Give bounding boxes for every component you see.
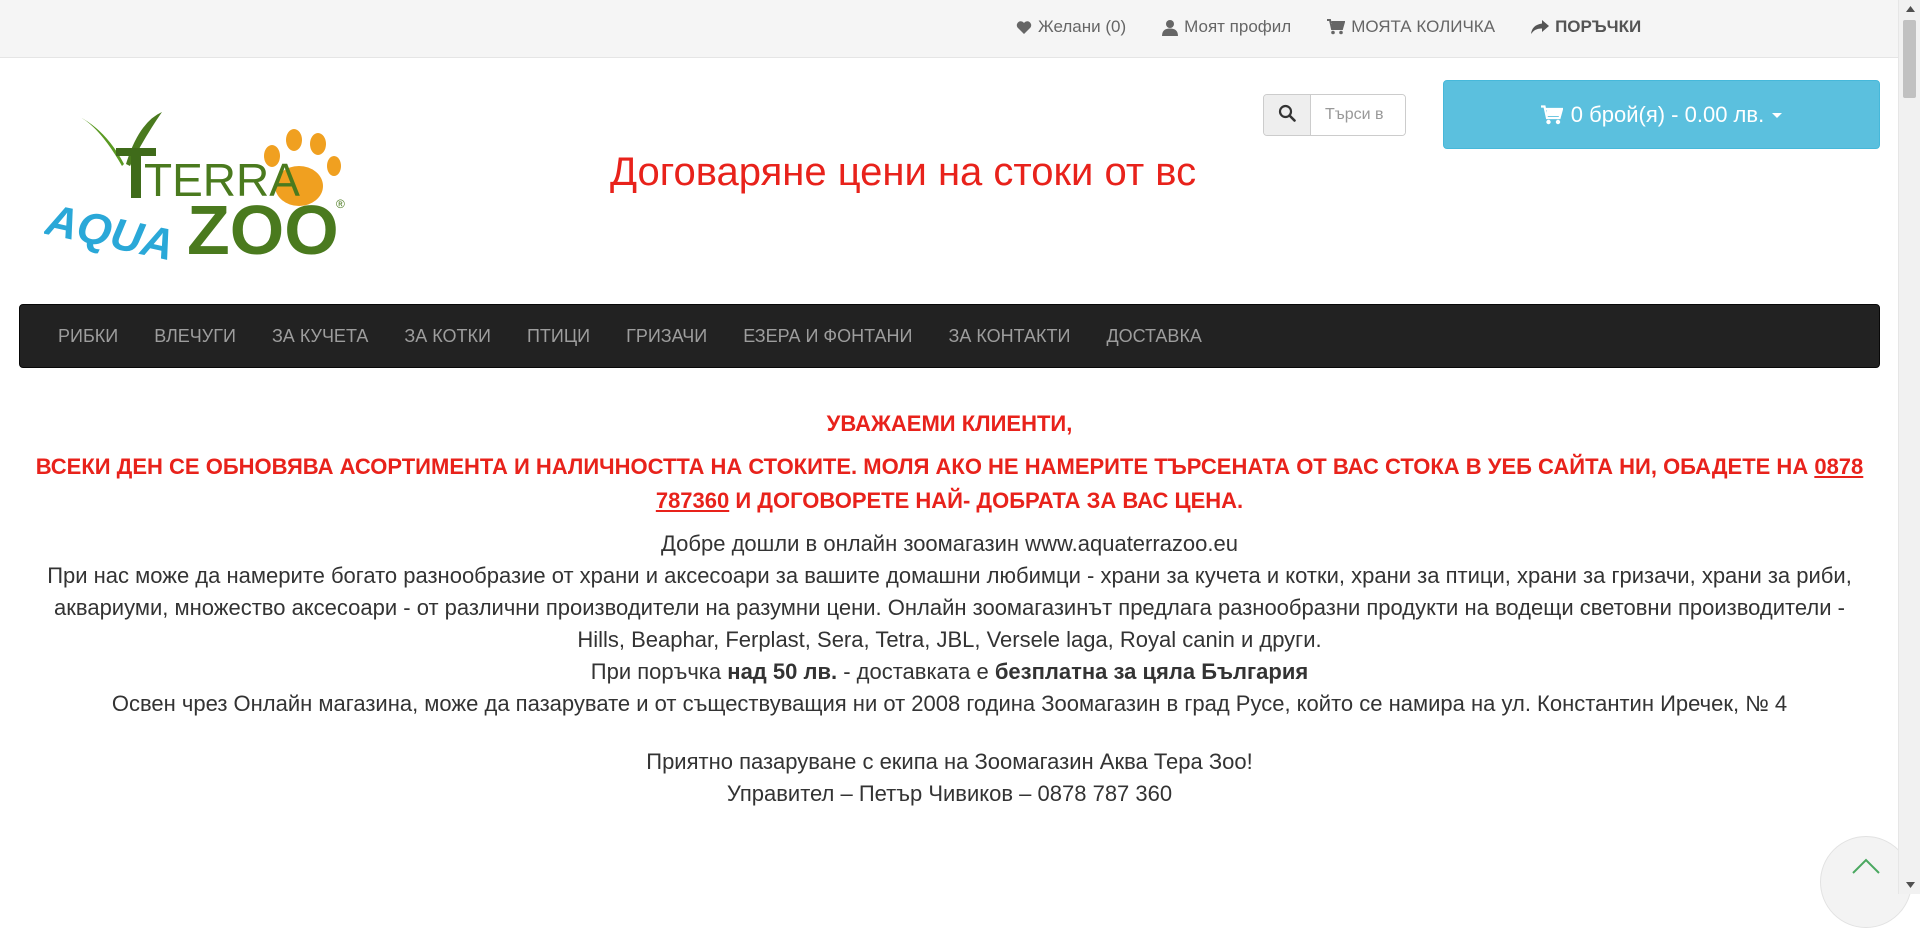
- manager-line: Управител – Петър Чивиков – 0878 787 360: [726, 781, 1173, 806]
- nav-item-cats[interactable]: ЗА КОТКИ: [386, 304, 509, 368]
- profile-link[interactable]: Моят профил: [1162, 17, 1291, 37]
- search-button[interactable]: [1264, 95, 1311, 135]
- delivery-free: безплатна за цяла България: [994, 659, 1309, 684]
- delivery-info: При поръчка над 50 лв. - доставката е бе…: [19, 656, 1880, 688]
- share-arrow-icon: [1531, 20, 1550, 34]
- notice-title: УВАЖАЕМИ КЛИЕНТИ,: [826, 411, 1073, 436]
- scrolling-announcement: Договаряне цени на стоки от вс: [610, 146, 1206, 202]
- nav-item-ponds[interactable]: ЕЗЕРА И ФОНТАНИ: [725, 304, 930, 368]
- top-links: Желани (0) Моят профил МОЯТА КОЛИЧКА ПОР…: [1016, 0, 1677, 54]
- nav-item-rodents[interactable]: ГРИЗАЧИ: [608, 304, 725, 368]
- store-info: Освен чрез Онлайн магазина, може да паза…: [111, 691, 1788, 716]
- wishlist-link[interactable]: Желани (0): [1016, 17, 1126, 37]
- caret-down-icon: [1772, 113, 1783, 118]
- main-navigation: РИБКИ ВЛЕЧУГИ ЗА КУЧЕТА ЗА КОТКИ ПТИЦИ Г…: [19, 304, 1880, 368]
- search-icon: [1278, 104, 1296, 127]
- main-content: УВАЖАЕМИ КЛИЕНТИ, ВСЕКИ ДЕН СЕ ОБНОВЯВА …: [19, 406, 1880, 810]
- user-icon: [1162, 19, 1179, 36]
- cart-link[interactable]: МОЯТА КОЛИЧКА: [1327, 17, 1495, 37]
- nav-item-fish[interactable]: РИБКИ: [40, 304, 136, 368]
- scroll-up-arrow-icon[interactable]: [1899, 0, 1920, 18]
- orders-link[interactable]: ПОРЪЧКИ: [1531, 17, 1641, 37]
- notice-text-before: ВСЕКИ ДЕН СЕ ОБНОВЯВА АСОРТИМЕНТА И НАЛИ…: [35, 454, 1815, 479]
- welcome-line: Добре дошли в онлайн зоомагазин www.aqua…: [661, 531, 1238, 556]
- logo-registered-mark: ®: [336, 197, 345, 211]
- delivery-pre: При поръчка: [590, 659, 728, 684]
- cart-button[interactable]: 0 брой(я) - 0.00 лв.: [1443, 80, 1880, 149]
- delivery-amount: над 50 лв.: [727, 659, 838, 684]
- welcome-section: Добре дошли в онлайн зоомагазин www.aqua…: [19, 528, 1880, 810]
- logo-zoo-text: ZOO: [187, 191, 339, 264]
- heart-icon: [1016, 20, 1032, 35]
- greeting-line: Приятно пазаруване с екипа на Зоомагазин…: [646, 749, 1253, 774]
- nav-item-contacts[interactable]: ЗА КОНТАКТИ: [930, 304, 1088, 368]
- cart-summary: 0 брой(я) - 0.00 лв.: [1570, 101, 1765, 127]
- page-scrollbar[interactable]: [1898, 0, 1920, 894]
- nav-item-reptiles[interactable]: ВЛЕЧУГИ: [136, 304, 254, 368]
- shopping-cart-icon: [1327, 19, 1346, 35]
- orders-label: ПОРЪЧКИ: [1555, 17, 1642, 36]
- scrollbar-thumb[interactable]: [1903, 20, 1916, 98]
- search-box: [1263, 94, 1406, 136]
- scroll-down-arrow-icon[interactable]: [1899, 876, 1920, 894]
- announcement-text: Договаряне цени на стоки от вс: [610, 150, 1197, 194]
- notice-text-after: И ДОГОВОРЕТЕ НАЙ- ДОБРАТА ЗА ВАС ЦЕНА.: [729, 488, 1244, 513]
- nav-item-delivery[interactable]: ДОСТАВКА: [1088, 304, 1220, 368]
- description-text: При нас може да намерите богато разнообр…: [47, 563, 1852, 652]
- nav-item-birds[interactable]: ПТИЦИ: [509, 304, 608, 368]
- notice-body: ВСЕКИ ДЕН СЕ ОБНОВЯВА АСОРТИМЕНТА И НАЛИ…: [19, 450, 1880, 518]
- wishlist-label: Желани (0): [1038, 17, 1127, 36]
- cart-link-label: МОЯТА КОЛИЧКА: [1351, 17, 1496, 36]
- delivery-mid: - доставката е: [837, 659, 995, 684]
- nav-item-dogs[interactable]: ЗА КУЧЕТА: [254, 304, 386, 368]
- top-bar: Желани (0) Моят профил МОЯТА КОЛИЧКА ПОР…: [0, 0, 1898, 58]
- search-input[interactable]: [1311, 95, 1405, 135]
- chevron-up-icon: [1851, 857, 1881, 880]
- site-logo[interactable]: TERRA AQUA ZOO ®: [40, 108, 354, 270]
- profile-label: Моят профил: [1184, 17, 1292, 36]
- shopping-cart-icon: [1540, 104, 1563, 125]
